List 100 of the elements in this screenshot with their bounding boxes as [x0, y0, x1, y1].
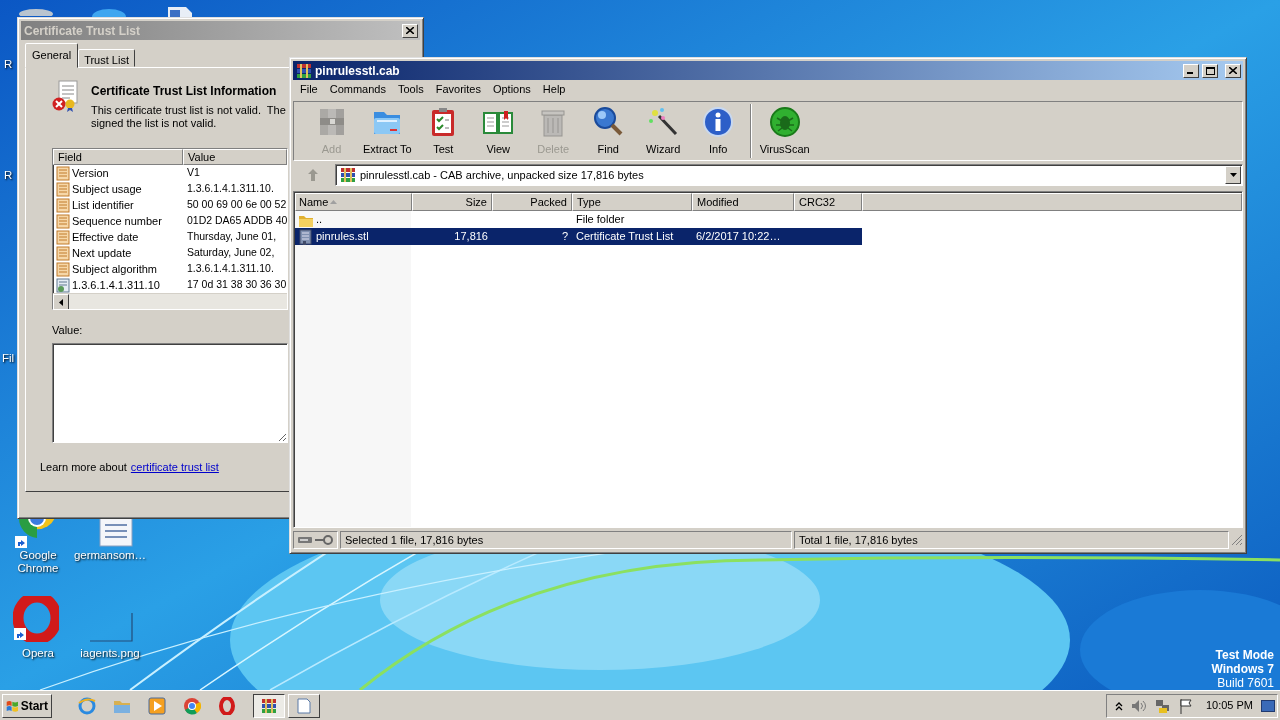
resize-grip-icon: [1231, 534, 1243, 546]
system-notice: Build 7601: [1217, 676, 1274, 690]
field-value: Saturday, June 02,: [186, 245, 275, 261]
column-header[interactable]: CRC32: [794, 193, 862, 211]
desktop-icon-label: iagents.png: [79, 647, 141, 660]
field-value: 1.3.6.1.4.1.311.10.: [186, 181, 274, 197]
chevron-up-icon: [1115, 700, 1123, 711]
tab[interactable]: General: [25, 42, 79, 68]
desktop-icon-label: Opera: [21, 647, 55, 660]
system-notice: Test Mode: [1215, 648, 1274, 662]
scroll-left-button[interactable]: [53, 294, 69, 309]
property-icon: [56, 229, 70, 245]
desktop-icon-label: R: [4, 58, 14, 71]
wand-icon: [647, 106, 680, 138]
taskbar-button[interactable]: [253, 693, 285, 718]
column-header[interactable]: Size: [412, 193, 492, 211]
close-button[interactable]: [1225, 63, 1241, 78]
field-name: Next update: [72, 245, 132, 261]
file-row[interactable]: pinrules.stl 17,816 ? Certificate Trust List 6/2/2017 10:22…: [295, 228, 862, 245]
property-icon: [56, 261, 70, 277]
quick-launch-button[interactable]: [183, 696, 201, 715]
field-name: 1.3.6.1.4.1.311.10: [72, 277, 160, 293]
info-icon: [702, 106, 735, 138]
app-icon: [296, 62, 312, 79]
minimize-button[interactable]: [1183, 63, 1199, 78]
certificate-error-icon: [51, 80, 81, 112]
drive-icon: [298, 536, 312, 544]
speaker-icon: [1131, 698, 1147, 713]
file-packed: ?: [561, 230, 568, 243]
column-header[interactable]: Name: [295, 193, 412, 211]
toolbar-button[interactable]: Wizard: [635, 104, 691, 158]
tab[interactable]: Trust List: [78, 49, 135, 67]
menu-item[interactable]: Tools: [393, 81, 431, 98]
toolbar-button[interactable]: Extract To: [359, 104, 416, 158]
field-value: V1: [186, 165, 200, 181]
field-name: Version: [72, 165, 109, 181]
desktop-icon-label: R: [4, 169, 14, 182]
file-type: File folder: [576, 213, 625, 226]
field-name: List identifier: [72, 197, 134, 213]
property-icon: [56, 165, 70, 181]
file-name: pinrules.stl: [316, 229, 369, 245]
column-header[interactable]: Type: [572, 193, 692, 211]
key-icon: [315, 535, 333, 545]
help-text: Learn more about: [40, 459, 127, 475]
field-value: 50 00 69 00 6e 00 52: [186, 197, 287, 213]
toolbar-button[interactable]: Test: [415, 104, 471, 158]
toolbar-button[interactable]: VirusScan: [755, 104, 814, 158]
clock: 10:05 PM: [1205, 698, 1253, 714]
show-desktop-icon: [1261, 699, 1275, 712]
window-title: Certificate Trust List: [24, 22, 142, 40]
property-icon: [56, 181, 70, 197]
status-text: Selected 1 file, 17,816 bytes: [340, 531, 792, 549]
system-notice: Windows 7: [1211, 662, 1274, 676]
toolbar-button[interactable]: View: [470, 104, 526, 158]
left-arrow-icon: [59, 298, 63, 306]
column-header[interactable]: Field: [53, 149, 183, 165]
field-name: Effective date: [72, 229, 139, 245]
menu-item[interactable]: Help: [537, 81, 573, 98]
chrome-icon: [183, 696, 201, 715]
desktop-icon-label: germansom…: [72, 549, 148, 562]
file-row[interactable]: .. File folder: [295, 211, 862, 228]
value-label: Value:: [52, 323, 84, 338]
opera-icon: [13, 596, 59, 642]
close-button[interactable]: [402, 23, 418, 38]
column-header[interactable]: Packed: [492, 193, 572, 211]
quick-launch-button[interactable]: [218, 696, 236, 715]
quick-launch-button[interactable]: [148, 696, 166, 715]
browser-icon: [78, 696, 96, 715]
toolbar-button[interactable]: Find: [580, 104, 636, 158]
status-text: Total 1 file, 17,816 bytes: [794, 531, 1229, 549]
info-heading: Certificate Trust List Information: [91, 83, 278, 100]
opera-icon: [218, 696, 236, 715]
column-header[interactable]: Modified: [692, 193, 794, 211]
document-icon: [166, 5, 194, 17]
file-size: 17,816: [454, 230, 488, 243]
info-message: This certificate trust list is not valid. The signed the list is not valid.: [91, 104, 286, 130]
network-icon: [1155, 697, 1171, 714]
search-icon: [592, 106, 625, 138]
field-value: 17 0d 31 38 30 36 30: [186, 277, 287, 293]
document-icon: [97, 518, 135, 548]
toolbar-button[interactable]: Info: [690, 104, 746, 158]
menu-item[interactable]: Options: [487, 81, 538, 98]
value-field[interactable]: [52, 342, 288, 443]
extension-icon: [56, 277, 70, 293]
desktop-icon-label: Google Chrome: [16, 549, 60, 575]
menu-item[interactable]: File: [295, 81, 325, 98]
maximize-button[interactable]: [1202, 63, 1218, 78]
path-dropdown[interactable]: pinrulesstl.cab - CAB archive, unpacked size 17,816 bytes: [335, 164, 1243, 186]
maximize-icon: [1205, 66, 1215, 75]
field-name: Subject algorithm: [72, 261, 157, 277]
property-icon: [56, 213, 70, 229]
help-link[interactable]: certificate trust list: [130, 458, 219, 475]
column-header[interactable]: Value: [183, 149, 287, 165]
media-player-icon: [148, 696, 166, 715]
menu-item[interactable]: Favorites: [430, 81, 488, 98]
flag-icon: [1179, 697, 1193, 714]
field-name: Sequence number: [72, 213, 162, 229]
menu-item[interactable]: Commands: [324, 81, 393, 98]
field-value: Thursday, June 01,: [186, 229, 277, 245]
start-button[interactable]: Start: [2, 693, 52, 718]
